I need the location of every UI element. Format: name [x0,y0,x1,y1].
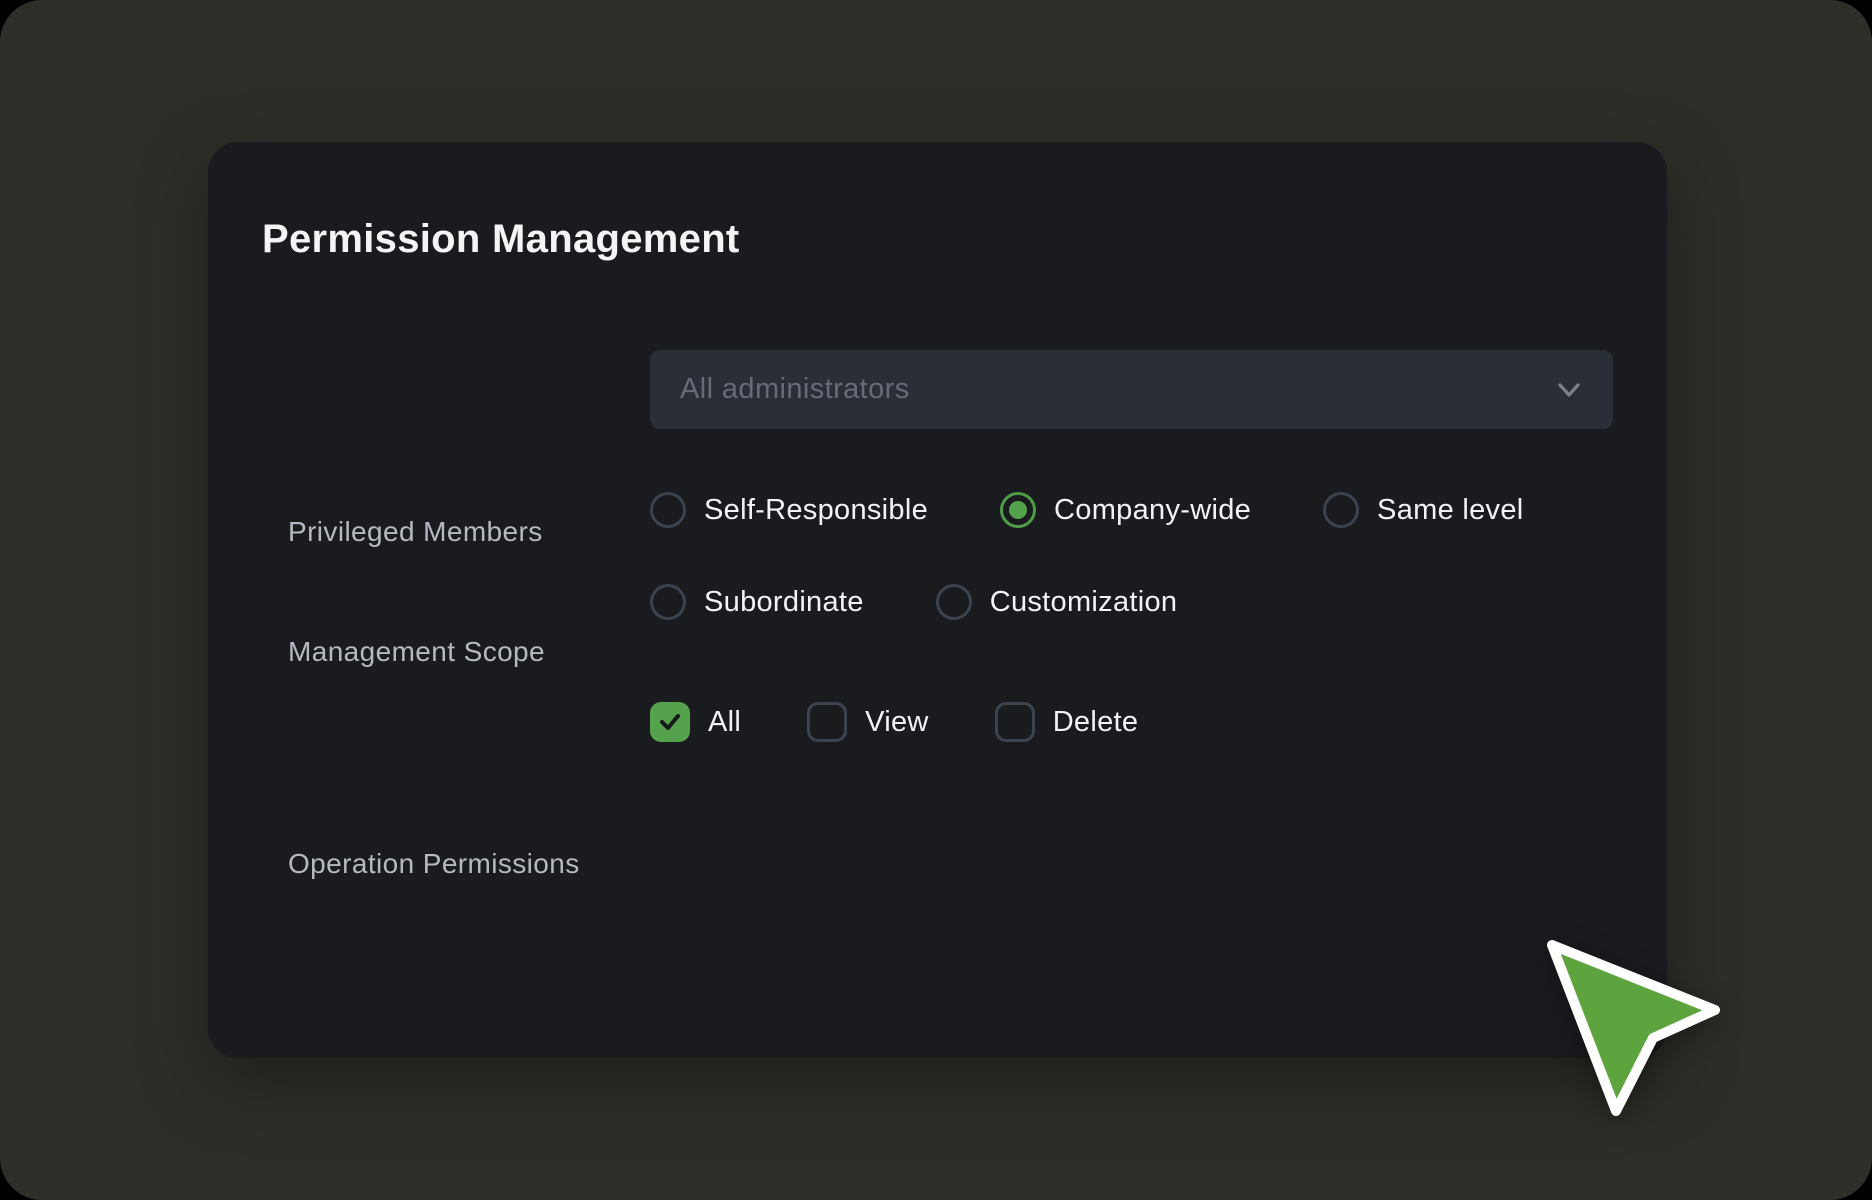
radio-selected-icon[interactable] [1000,492,1036,528]
radio-unselected-icon[interactable] [650,584,686,620]
checkbox-option-delete[interactable]: Delete [995,702,1139,742]
radio-option-label: Same level [1377,490,1523,530]
management-scope-radio-row-2: Subordinate Customization [650,582,1177,622]
checkbox-option-view[interactable]: View [807,702,929,742]
radio-unselected-icon[interactable] [936,584,972,620]
checkbox-unchecked-icon[interactable] [807,702,847,742]
checkbox-checked-icon[interactable] [650,702,690,742]
radio-option-self-responsible[interactable]: Self-Responsible [650,490,928,530]
radio-option-label: Subordinate [704,582,864,622]
radio-option-label: Customization [990,582,1178,622]
checkbox-option-label: All [708,702,741,742]
radio-unselected-icon[interactable] [650,492,686,528]
radio-unselected-icon[interactable] [1323,492,1359,528]
checkbox-option-all[interactable]: All [650,702,741,742]
radio-option-label: Company-wide [1054,490,1251,530]
checkbox-option-label: View [865,702,929,742]
management-scope-label: Management Scope [288,634,545,670]
page-title: Permission Management [262,214,740,264]
checkbox-option-label: Delete [1053,702,1139,742]
chevron-down-icon [1553,374,1585,406]
permission-management-panel: Permission Management Privileged Members… [208,142,1667,1058]
management-scope-radio-row-1: Self-Responsible Company-wide Same level [650,490,1524,530]
radio-option-subordinate[interactable]: Subordinate [650,582,864,622]
checkbox-unchecked-icon[interactable] [995,702,1035,742]
operation-permissions-checkbox-row: All View Delete [650,702,1138,742]
radio-option-company-wide[interactable]: Company-wide [1000,490,1251,530]
radio-option-customization[interactable]: Customization [936,582,1178,622]
screen-background: Permission Management Privileged Members… [0,0,1872,1200]
radio-option-label: Self-Responsible [704,490,928,530]
radio-option-same-level[interactable]: Same level [1323,490,1523,530]
privileged-members-label: Privileged Members [288,514,543,550]
privileged-members-placeholder: All administrators [680,373,1553,406]
operation-permissions-label: Operation Permissions [288,846,580,882]
privileged-members-select[interactable]: All administrators [650,350,1613,429]
